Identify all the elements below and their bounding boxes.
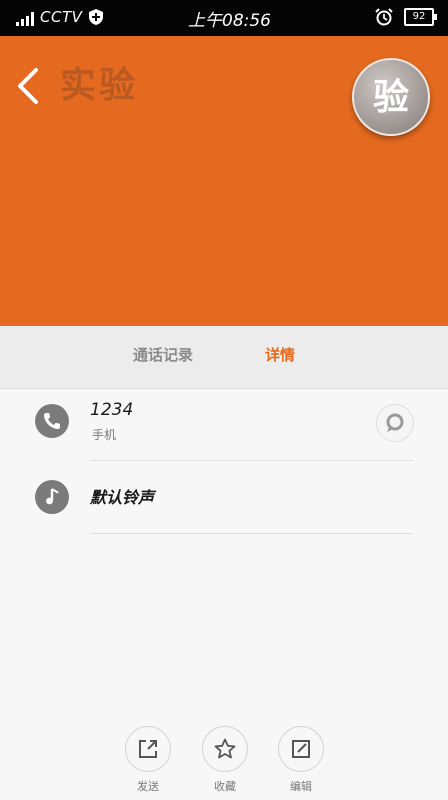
- favorite-label: 收藏: [214, 780, 236, 793]
- tab-details[interactable]: 详情: [265, 344, 295, 365]
- message-button[interactable]: [376, 404, 414, 442]
- music-note-icon: [35, 480, 69, 514]
- contact-name: 实验: [60, 64, 139, 106]
- favorite-button[interactable]: 收藏: [201, 726, 249, 794]
- divider: [90, 460, 413, 461]
- back-chevron-icon[interactable]: [14, 66, 42, 106]
- message-icon: [386, 413, 404, 432]
- phone-number[interactable]: 1234: [90, 400, 133, 420]
- alarm-icon: [375, 8, 393, 26]
- phone-type-label: 手机: [92, 428, 117, 442]
- tab-bar: 通话记录 详情: [0, 326, 448, 389]
- bottom-action-bar: 发送 收藏 编辑: [0, 724, 448, 800]
- status-time: 上午08:56: [188, 11, 271, 31]
- contact-avatar[interactable]: 验: [352, 58, 430, 136]
- edit-icon: [292, 740, 310, 758]
- signal-icon: [16, 12, 34, 26]
- carrier-label: CCTV: [40, 8, 83, 26]
- battery-icon: 92: [404, 8, 437, 26]
- edit-label: 编辑: [290, 780, 312, 793]
- phone-icon: [35, 404, 69, 438]
- edit-button[interactable]: 编辑: [277, 726, 325, 794]
- divider: [90, 533, 413, 534]
- shield-icon: [89, 9, 104, 25]
- send-button[interactable]: 发送: [124, 726, 172, 794]
- share-icon: [139, 740, 157, 758]
- star-icon: [214, 738, 236, 759]
- tab-call-log[interactable]: 通话记录: [133, 344, 193, 365]
- send-label: 发送: [137, 780, 159, 793]
- ringtone-item[interactable]: 默认铃声: [90, 484, 154, 508]
- status-bar: CCTV 上午08:56 92: [0, 0, 448, 36]
- contact-header: 实验 验: [0, 36, 448, 326]
